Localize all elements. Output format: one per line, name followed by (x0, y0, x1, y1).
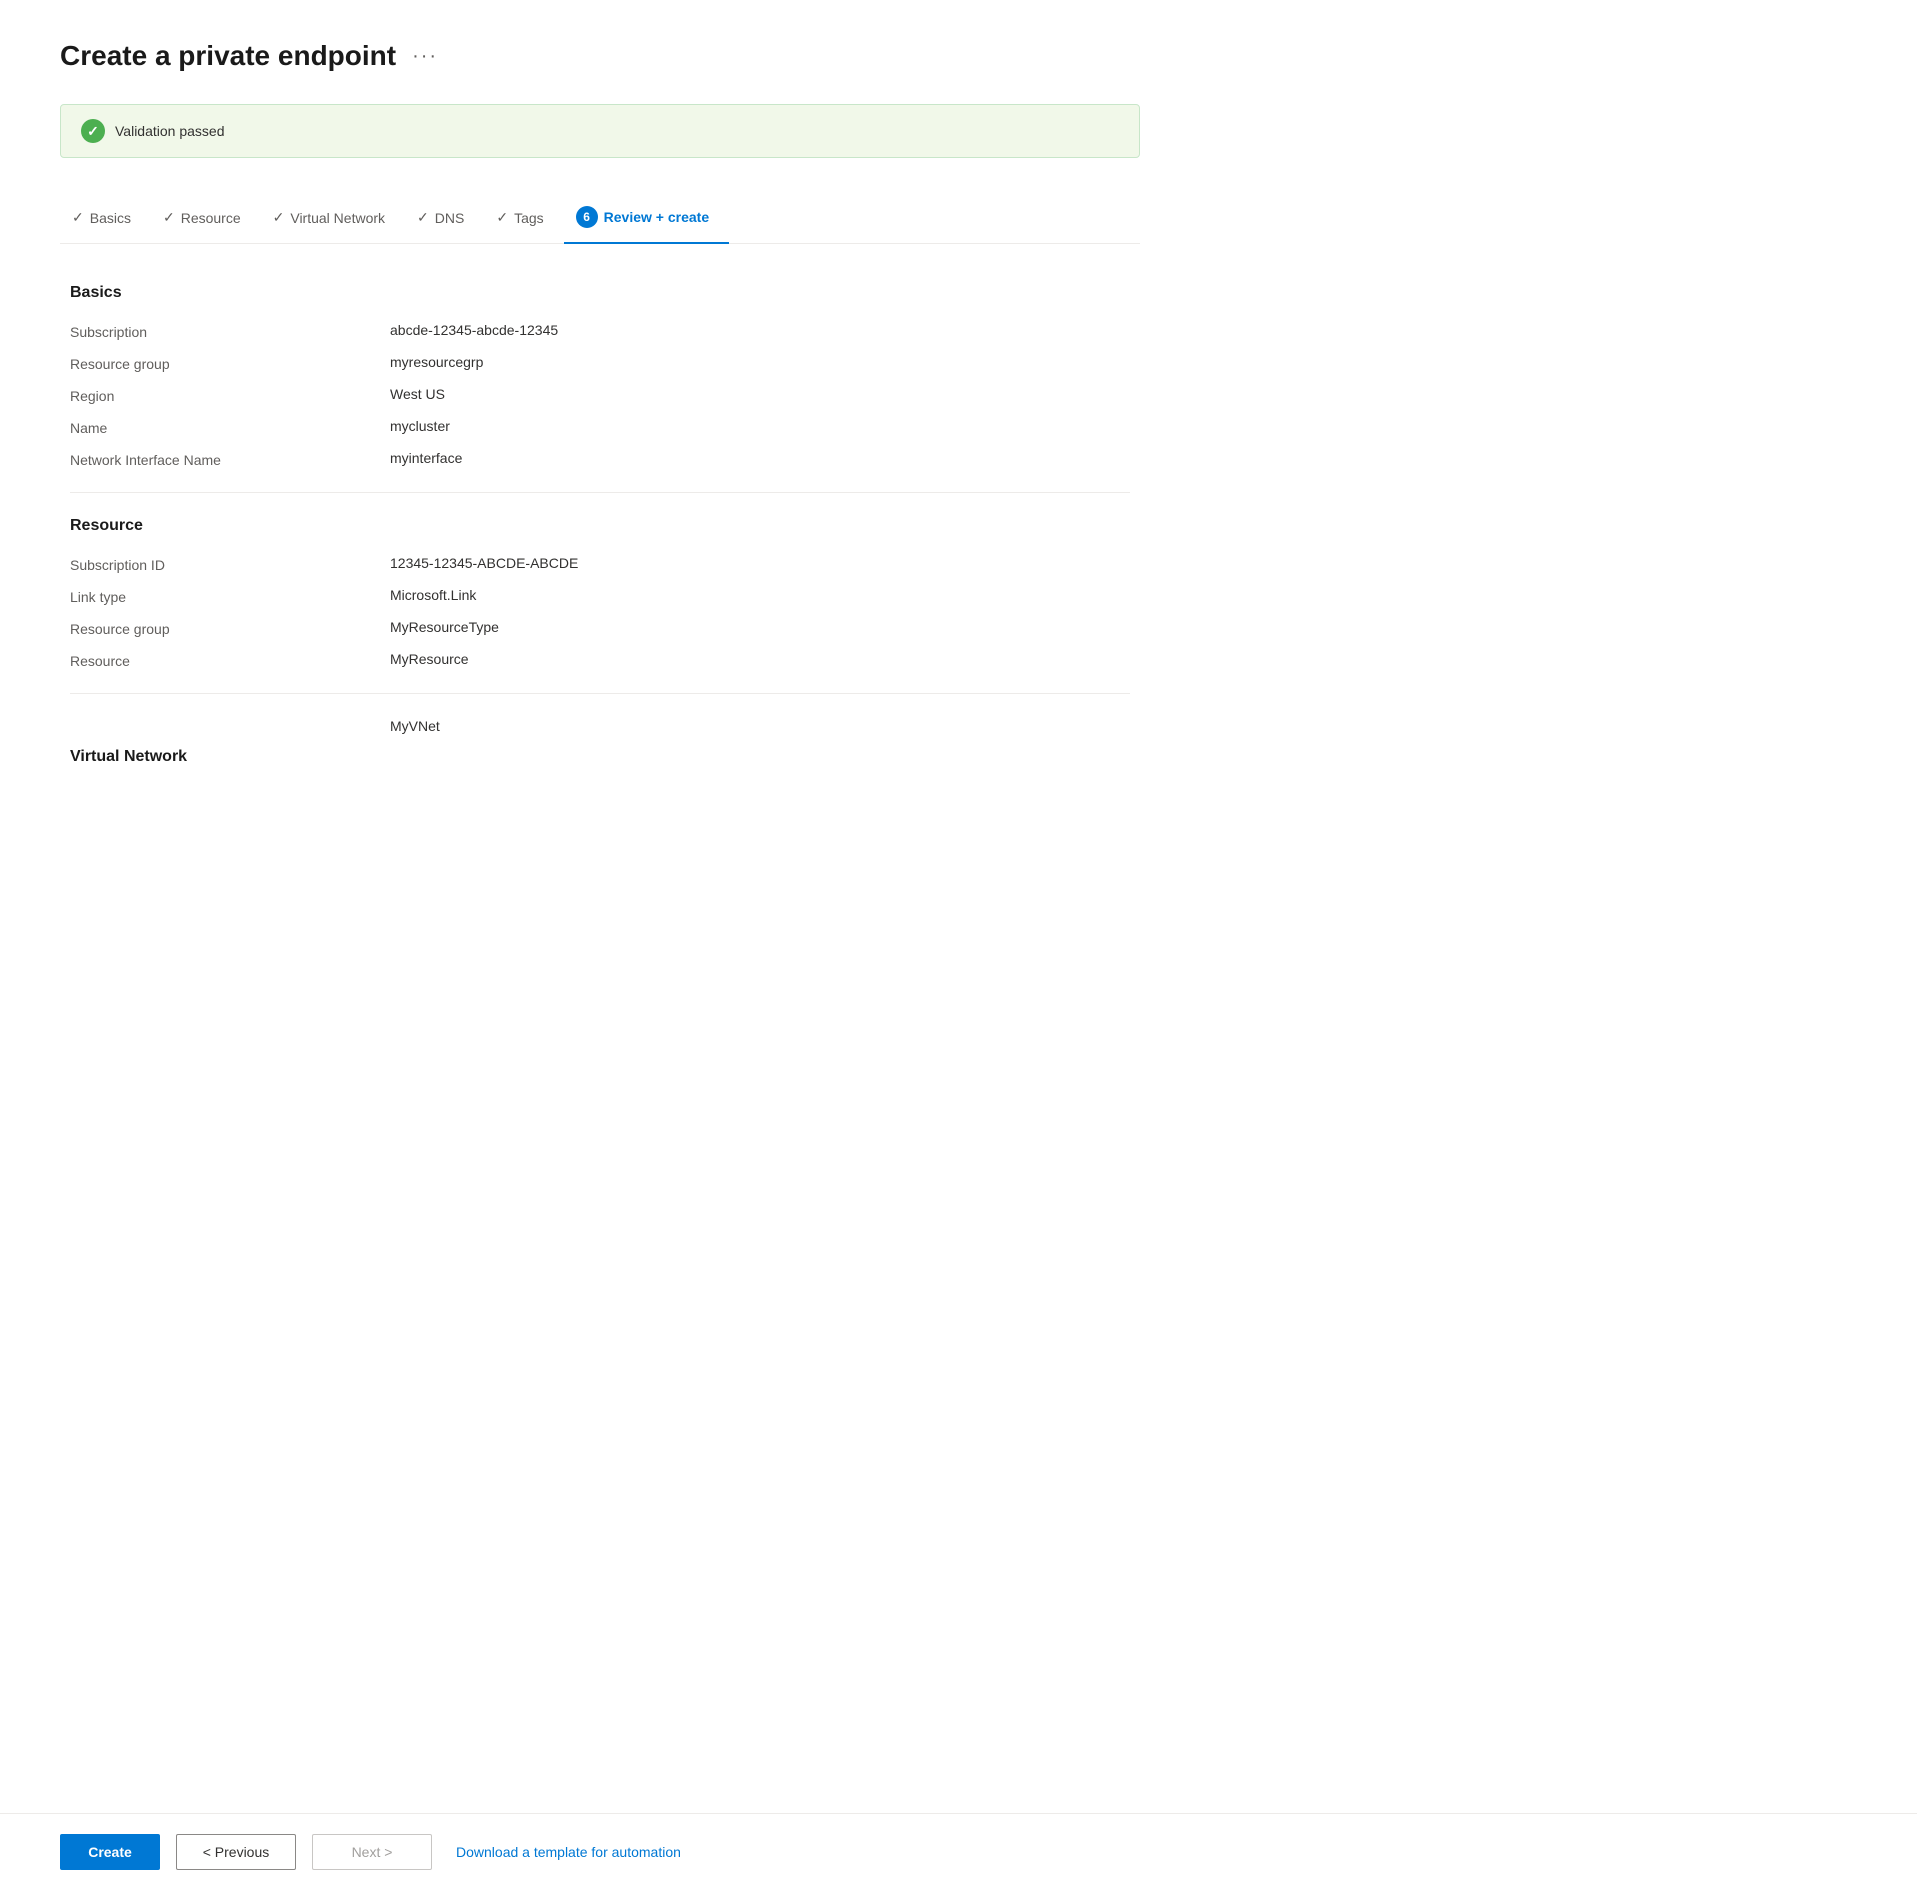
resource-value: MyResource (390, 651, 469, 667)
basics-check-icon: ✓ (72, 209, 84, 226)
network-interface-name-row: Network Interface Name myinterface (70, 450, 1130, 468)
subscription-id-row: Subscription ID 12345-12345-ABCDE-ABCDE (70, 555, 1130, 573)
link-type-value: Microsoft.Link (390, 587, 476, 603)
subscription-id-value: 12345-12345-ABCDE-ABCDE (390, 555, 578, 571)
resource-group-row: Resource group myresourcegrp (70, 354, 1130, 372)
tab-basics[interactable]: ✓ Basics (60, 197, 151, 240)
network-interface-name-label: Network Interface Name (70, 450, 390, 468)
resource-group-value: myresourcegrp (390, 354, 483, 370)
name-label: Name (70, 418, 390, 436)
tab-virtual-network[interactable]: ✓ Virtual Network (261, 197, 405, 240)
resource-resource-group-value: MyResourceType (390, 619, 499, 635)
name-row: Name mycluster (70, 418, 1130, 436)
validation-text: Validation passed (115, 123, 224, 139)
resource-label: Resource (70, 651, 390, 669)
tab-virtual-network-label: Virtual Network (290, 210, 385, 226)
virtual-network-check-icon: ✓ (273, 209, 285, 226)
tab-resource[interactable]: ✓ Resource (151, 197, 261, 240)
content-area: Basics Subscription abcde-12345-abcde-12… (60, 284, 1140, 766)
resource-section: Resource Subscription ID 12345-12345-ABC… (70, 517, 1130, 669)
tab-review-create[interactable]: 6 Review + create (564, 194, 729, 244)
tab-dns[interactable]: ✓ DNS (405, 197, 484, 240)
myvnet-value: MyVNet (390, 718, 440, 734)
tags-check-icon: ✓ (496, 209, 508, 226)
ellipsis-menu-button[interactable]: ··· (412, 45, 438, 68)
page-title: Create a private endpoint (60, 40, 396, 72)
resource-resource-group-label: Resource group (70, 619, 390, 637)
name-value: mycluster (390, 418, 450, 434)
tab-dns-label: DNS (435, 210, 465, 226)
myvnet-empty-label (70, 718, 390, 720)
download-template-link[interactable]: Download a template for automation (456, 1844, 681, 1860)
resource-group-label: Resource group (70, 354, 390, 372)
validation-banner: Validation passed (60, 104, 1140, 158)
resource-row: Resource MyResource (70, 651, 1130, 669)
subscription-id-label: Subscription ID (70, 555, 390, 573)
divider-1 (70, 492, 1130, 493)
tab-resource-label: Resource (181, 210, 241, 226)
basics-section-title: Basics (70, 284, 1130, 302)
review-create-badge: 6 (576, 206, 598, 228)
link-type-row: Link type Microsoft.Link (70, 587, 1130, 605)
bottom-bar: Create < Previous Next > Download a temp… (0, 1813, 1917, 1890)
subscription-row: Subscription abcde-12345-abcde-12345 (70, 322, 1130, 340)
tab-tags-label: Tags (514, 210, 544, 226)
tab-review-create-label: Review + create (604, 209, 709, 225)
resource-check-icon: ✓ (163, 209, 175, 226)
tab-basics-label: Basics (90, 210, 131, 226)
basics-section: Basics Subscription abcde-12345-abcde-12… (70, 284, 1130, 468)
region-row: Region West US (70, 386, 1130, 404)
subscription-label: Subscription (70, 322, 390, 340)
resource-resource-group-row: Resource group MyResourceType (70, 619, 1130, 637)
steps-navigation: ✓ Basics ✓ Resource ✓ Virtual Network ✓ … (60, 194, 1140, 244)
page-header: Create a private endpoint ··· (60, 40, 1140, 72)
link-type-label: Link type (70, 587, 390, 605)
virtual-network-section-title: Virtual Network (70, 748, 1130, 766)
validation-icon (81, 119, 105, 143)
tab-tags[interactable]: ✓ Tags (484, 197, 563, 240)
virtual-network-section: Virtual Network (70, 748, 1130, 766)
network-interface-name-value: myinterface (390, 450, 462, 466)
myvnet-row: MyVNet (70, 718, 1130, 734)
resource-section-title: Resource (70, 517, 1130, 535)
region-value: West US (390, 386, 445, 402)
region-label: Region (70, 386, 390, 404)
subscription-value: abcde-12345-abcde-12345 (390, 322, 558, 338)
next-button: Next > (312, 1834, 432, 1870)
divider-2 (70, 693, 1130, 694)
previous-button[interactable]: < Previous (176, 1834, 296, 1870)
dns-check-icon: ✓ (417, 209, 429, 226)
create-button[interactable]: Create (60, 1834, 160, 1870)
